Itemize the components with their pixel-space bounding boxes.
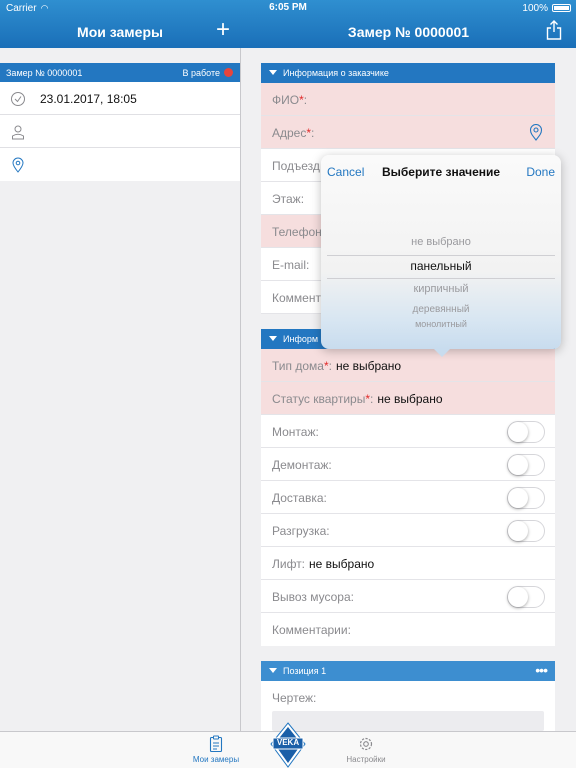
email-label: E-mail:: [272, 258, 310, 272]
floor-label: Этаж:: [272, 192, 305, 206]
required-mark: *: [365, 392, 371, 406]
measurement-card[interactable]: Замер № 0000001 В работе 23.01.2017, 18:…: [0, 63, 240, 181]
collapse-triangle-icon: [269, 336, 277, 341]
measurement-date: 23.01.2017, 18:05: [40, 92, 137, 106]
status-dot-icon: [224, 68, 233, 77]
tab-measurements[interactable]: Мои замеры: [186, 735, 246, 764]
collapse-triangle-icon: [269, 70, 277, 75]
veka-logo: VEKA: [270, 722, 306, 768]
picker-option-selected[interactable]: панельный: [321, 259, 561, 273]
dismantling-row: Демонтаж:: [261, 448, 555, 481]
comment-label: Коммент: [272, 291, 321, 305]
picker-title: Выберите значение: [381, 165, 501, 179]
right-nav-title: Замер № 0000001: [347, 24, 470, 40]
tab-measurements-label: Мои замеры: [192, 755, 240, 764]
left-nav-title: Мои замеры: [77, 24, 163, 40]
house-type-label: Тип дома: [272, 359, 324, 373]
apartment-status-field[interactable]: Статус квартиры*: не выбрано: [261, 382, 555, 415]
drawing-row: Чертеж:: [261, 681, 555, 714]
lift-field[interactable]: Лифт: не выбрано: [261, 547, 555, 580]
collapse-triangle-icon: [269, 668, 277, 673]
garbage-row: Вывоз мусора:: [261, 580, 555, 613]
clock-icon: [11, 92, 25, 106]
unloading-label: Разгрузка:: [272, 524, 330, 538]
house-type-value: не выбрано: [335, 359, 402, 373]
phone-label: Телефон: [272, 225, 322, 239]
apartment-status-label: Статус квартиры: [272, 392, 366, 406]
picker-option[interactable]: монолитный: [321, 319, 561, 327]
list-item: [0, 115, 240, 148]
popover-arrow: [433, 348, 451, 357]
unloading-toggle[interactable]: [507, 520, 545, 542]
more-options-icon[interactable]: •••: [535, 662, 548, 678]
house-type-field[interactable]: Тип дома*: не выбрано: [261, 349, 555, 382]
value-picker-popover: Cancel Выберите значение Done не выбрано…: [321, 155, 561, 357]
clipboard-icon: [209, 735, 223, 753]
picker-option[interactable]: деревянный: [321, 304, 561, 315]
measurement-card-header: Замер № 0000001 В работе: [0, 63, 240, 82]
picker-header: Cancel Выберите значение Done: [321, 155, 561, 189]
position-header[interactable]: Позиция 1 •••: [261, 661, 555, 681]
measurement-number: Замер № 0000001: [6, 68, 83, 78]
mounting-toggle[interactable]: [507, 421, 545, 443]
customer-info-title: Информация о заказчике: [283, 68, 389, 78]
list-item: [0, 148, 240, 181]
location-pin-icon: [12, 157, 24, 173]
person-icon: [12, 125, 24, 140]
right-nav-bar: Замер № 0000001: [241, 16, 576, 48]
comments-label: Комментарии:: [272, 623, 351, 637]
required-mark: *: [323, 359, 329, 373]
veka-logo-text: VEKA: [276, 738, 300, 747]
position-section: Позиция 1 ••• Чертеж:: [261, 661, 555, 731]
address-field[interactable]: Адрес*:: [261, 116, 555, 149]
customer-info-header[interactable]: Информация о заказчике: [261, 63, 555, 83]
entrance-label: Подъезд: [272, 159, 320, 173]
object-info-title: Информ: [283, 334, 319, 344]
picker-option[interactable]: не выбрано: [321, 236, 561, 248]
lift-label: Лифт:: [272, 557, 306, 571]
object-info-section: Информ Тип дома*: не выбрано Статус кварт…: [261, 329, 555, 646]
measurement-detail-pane: Информация о заказчике ФИО*: Адрес*: Под…: [241, 48, 576, 731]
comments-field[interactable]: Комментарии:: [261, 613, 555, 646]
top-bar: Carrier ◠ 6:05 PM 100% Мои замеры + Замер…: [0, 0, 576, 48]
location-pin-icon[interactable]: [529, 124, 543, 141]
garbage-label: Вывоз мусора:: [272, 590, 354, 604]
address-label: Адрес: [272, 126, 307, 140]
tab-settings-label: Настройки: [346, 755, 386, 764]
required-mark: *: [299, 93, 304, 107]
measurement-status: В работе: [182, 68, 220, 78]
done-button[interactable]: Done: [526, 165, 555, 179]
apartment-status-value: не выбрано: [377, 392, 443, 406]
dismantling-label: Демонтаж:: [272, 458, 332, 472]
drawing-label: Чертеж:: [272, 691, 317, 705]
share-icon[interactable]: [546, 20, 562, 40]
delivery-row: Доставка:: [261, 481, 555, 514]
position-title: Позиция 1: [283, 666, 327, 676]
drawing-area[interactable]: [272, 711, 544, 731]
status-bar: Carrier ◠ 6:05 PM 100%: [0, 0, 576, 16]
fio-label: ФИО: [272, 93, 300, 107]
battery-icon: [552, 4, 571, 12]
selection-line-bottom: [327, 278, 555, 279]
measurements-list-pane: Замер № 0000001 В работе 23.01.2017, 18:…: [0, 48, 240, 731]
fio-field[interactable]: ФИО*:: [261, 83, 555, 116]
tab-settings[interactable]: Настройки: [336, 735, 396, 764]
unloading-row: Разгрузка:: [261, 514, 555, 547]
picker-option[interactable]: кирпичный: [321, 283, 561, 295]
garbage-toggle[interactable]: [507, 586, 545, 608]
battery-label: 100%: [522, 3, 548, 14]
required-mark: *: [306, 126, 312, 140]
mounting-label: Монтаж:: [272, 425, 319, 439]
left-nav-bar: Мои замеры +: [0, 16, 240, 48]
selection-line-top: [327, 255, 555, 256]
status-time: 6:05 PM: [269, 2, 307, 13]
lift-value: не выбрано: [309, 557, 375, 571]
dismantling-toggle[interactable]: [507, 454, 545, 476]
list-item: 23.01.2017, 18:05: [0, 82, 240, 115]
add-measurement-button[interactable]: +: [216, 18, 230, 42]
delivery-label: Доставка:: [272, 491, 327, 505]
mounting-row: Монтаж:: [261, 415, 555, 448]
delivery-toggle[interactable]: [507, 487, 545, 509]
gear-icon: [359, 737, 373, 751]
